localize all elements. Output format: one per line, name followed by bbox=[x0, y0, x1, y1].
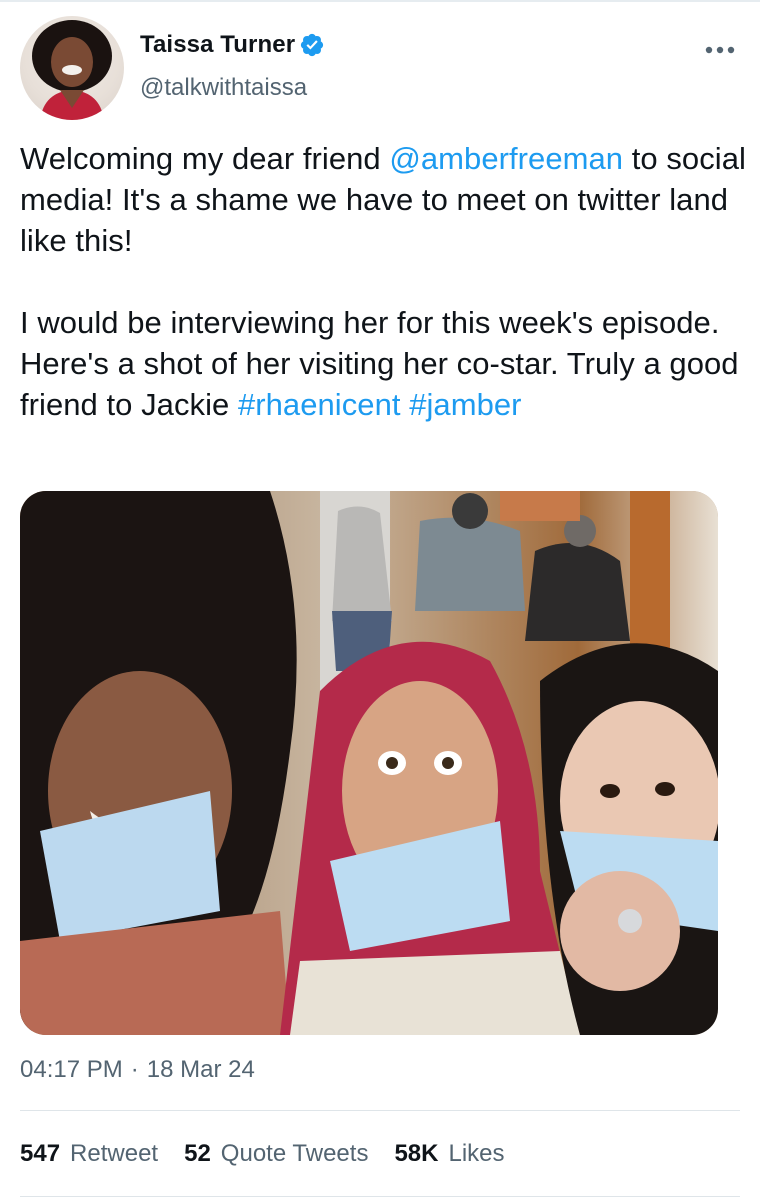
hashtag-link[interactable]: #rhaenicent bbox=[238, 387, 401, 422]
tweet-paragraph-1: Welcoming my dear friend @amberfreeman t… bbox=[20, 138, 748, 261]
retweets-label: Retweet bbox=[70, 1140, 159, 1167]
text-segment: Welcoming my dear friend bbox=[20, 141, 390, 176]
quote-tweets-label: Quote Tweets bbox=[220, 1140, 369, 1167]
tweet-text: Welcoming my dear friend @amberfreeman t… bbox=[20, 138, 748, 425]
divider bbox=[20, 1196, 740, 1197]
handle[interactable]: @talkwithtaissa bbox=[140, 74, 307, 102]
retweets-count: 547 bbox=[20, 1140, 61, 1167]
tweet-meta: 04:17 PM · 18 Mar 24 bbox=[20, 1056, 255, 1084]
tweet-paragraph-2: I would be interviewing her for this wee… bbox=[20, 302, 748, 425]
selfie-photo bbox=[20, 491, 718, 1035]
name-row: Taissa Turner bbox=[140, 28, 325, 62]
tweet-stats: 547 Retweet 52 Quote Tweets 58K Likes bbox=[20, 1140, 531, 1168]
avatar-photo bbox=[32, 20, 112, 120]
mention-link[interactable]: @amberfreeman bbox=[389, 141, 623, 176]
quote-tweets-count: 52 bbox=[184, 1140, 211, 1167]
tweet-date[interactable]: 18 Mar 24 bbox=[147, 1056, 255, 1084]
top-border bbox=[0, 0, 760, 2]
more-options-icon bbox=[705, 46, 735, 54]
avatar[interactable] bbox=[20, 16, 124, 120]
tweet-time[interactable]: 04:17 PM bbox=[20, 1056, 123, 1084]
verified-badge-icon bbox=[301, 33, 324, 57]
hashtag-link[interactable]: #jamber bbox=[409, 387, 521, 422]
display-name[interactable]: Taissa Turner bbox=[140, 31, 295, 59]
meta-separator: · bbox=[130, 1056, 139, 1083]
likes-count: 58K bbox=[394, 1140, 439, 1167]
tweet-photo[interactable] bbox=[20, 491, 718, 1035]
divider bbox=[20, 1110, 740, 1111]
likes-stat[interactable]: 58K Likes bbox=[394, 1140, 504, 1168]
quote-tweets-stat[interactable]: 52 Quote Tweets bbox=[184, 1140, 368, 1168]
more-options-button[interactable] bbox=[700, 36, 740, 64]
retweets-stat[interactable]: 547 Retweet bbox=[20, 1140, 158, 1168]
likes-label: Likes bbox=[448, 1140, 505, 1167]
tweet-header: Taissa Turner @talkwithtaissa bbox=[20, 16, 740, 120]
